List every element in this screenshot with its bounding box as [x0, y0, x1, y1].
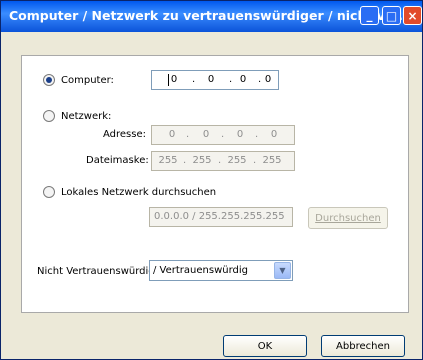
ip-octet: 255	[158, 155, 178, 166]
local-range-field[interactable]: 0.0.0.0 / 255.255.255.255	[149, 207, 293, 227]
ip-octet: 255	[262, 155, 282, 166]
maximize-icon: □	[385, 8, 398, 23]
network-address-field[interactable]: 0 . 0 . 0 . 0	[151, 125, 295, 145]
computer-ip-field[interactable]: 0 . 0 . 0 . 0	[151, 70, 279, 90]
ip-octet: 0	[168, 129, 176, 140]
local-network-radio[interactable]	[43, 186, 55, 198]
minimize-button[interactable]: _	[360, 6, 379, 25]
ip-octet: 0	[264, 74, 272, 85]
ip-dot: .	[218, 155, 222, 166]
close-button[interactable]: ×	[403, 6, 422, 25]
ip-dot: .	[253, 155, 257, 166]
window-title: Computer / Netzwerk zu vertrauenswürdige…	[9, 8, 408, 23]
cancel-button-label: Abbrechen	[336, 340, 390, 352]
ip-octet: 255	[227, 155, 247, 166]
ok-button-label: OK	[257, 340, 273, 352]
ip-octet: 0	[270, 129, 278, 140]
network-radio[interactable]	[43, 110, 55, 122]
mask-label: Dateimaske:	[86, 155, 149, 166]
computer-label: Computer:	[61, 75, 114, 86]
trust-prefix-label: Nicht Vertrauenswürdig	[37, 266, 155, 277]
network-mask-field[interactable]: 255 . 255 . 255 . 255	[151, 151, 295, 171]
ip-octet: 0	[170, 74, 178, 85]
address-label: Adresse:	[103, 129, 146, 140]
ip-octet: 255	[192, 155, 212, 166]
maximize-button[interactable]: □	[382, 6, 401, 25]
computer-radio[interactable]	[43, 74, 55, 86]
trust-select[interactable]: / Vertrauenswürdig ▼	[149, 260, 293, 281]
chevron-down-icon[interactable]: ▼	[274, 262, 291, 279]
ip-dot: .	[229, 74, 233, 85]
ip-dot: .	[186, 129, 190, 140]
minimize-icon: _	[366, 8, 373, 22]
ip-octet: 0	[236, 129, 244, 140]
close-icon: ×	[407, 8, 418, 23]
title-bar[interactable]: Computer / Netzwerk zu vertrauenswürdige…	[1, 1, 422, 32]
ok-button[interactable]: OK	[223, 335, 307, 357]
ip-octet: 0	[202, 129, 210, 140]
ip-dot: .	[255, 129, 259, 140]
ip-dot: .	[183, 155, 187, 166]
ip-dot: .	[221, 129, 225, 140]
ip-octet: 0	[207, 74, 215, 85]
dialog-window: Computer / Netzwerk zu vertrauenswürdige…	[0, 0, 423, 360]
cancel-button[interactable]: Abbrechen	[321, 335, 405, 357]
ip-octet: 0	[239, 74, 247, 85]
browse-button[interactable]: Durchsuchen	[308, 207, 388, 229]
browse-button-label: Durchsuchen	[315, 212, 381, 224]
network-label: Netzwerk:	[61, 111, 112, 122]
trust-select-value: / Vertrauenswürdig	[153, 265, 248, 276]
local-network-label: Lokales Netzwerk durchsuchen	[61, 187, 217, 198]
ip-dot: .	[192, 74, 196, 85]
